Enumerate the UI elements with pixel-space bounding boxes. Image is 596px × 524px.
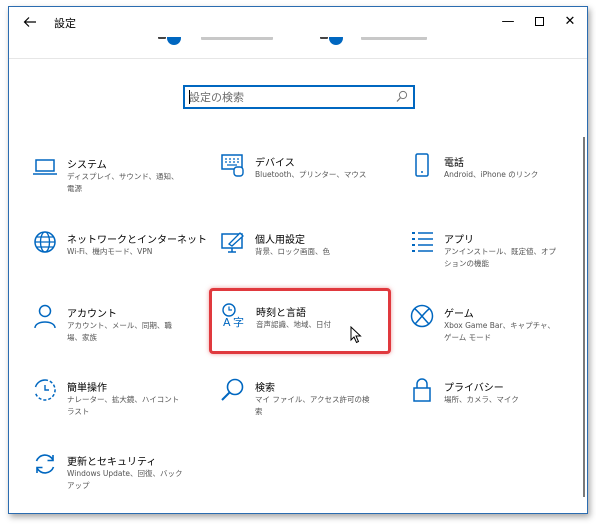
search-icon[interactable]	[396, 90, 408, 104]
category-name: 更新とセキュリティ	[67, 457, 157, 468]
category-description: アンインストール、既定値、オプションの機能	[444, 247, 557, 268]
close-button[interactable]: ✕	[555, 11, 585, 33]
category-system[interactable]: システム ディスプレイ、サウンド、通知、電源	[32, 154, 182, 210]
scrollbar[interactable]	[583, 137, 585, 497]
apps-list-icon	[409, 229, 435, 255]
ease-of-access-icon	[32, 377, 58, 403]
category-name: アプリ	[444, 235, 474, 246]
back-button[interactable]	[19, 13, 41, 31]
category-name: 個人用設定	[255, 235, 305, 246]
category-name: システム	[67, 160, 107, 171]
category-personalization[interactable]: 個人用設定 背景、ロック画面、色	[220, 229, 370, 285]
title-bar: 設定 — ✕	[9, 7, 587, 37]
category-description: ディスプレイ、サウンド、通知、電源	[67, 172, 179, 193]
search-box[interactable]	[183, 85, 415, 109]
category-description: Bluetooth、プリンター、マウス	[255, 170, 367, 179]
maximize-button[interactable]	[524, 11, 554, 33]
category-name: デバイス	[255, 158, 295, 169]
category-description: 背景、ロック画面、色	[255, 247, 330, 256]
person-icon	[32, 303, 58, 329]
remnant-mark	[320, 37, 328, 39]
category-search[interactable]: 検索 マイ ファイル、アクセス許可の検索	[220, 377, 370, 433]
category-name: プライバシー	[444, 383, 504, 394]
magnifier-icon	[220, 377, 246, 403]
personalize-icon	[220, 229, 246, 255]
category-phone[interactable]: 電話 Android、iPhone のリンク	[409, 152, 559, 208]
category-name: 簡単操作	[67, 383, 107, 394]
category-name: 検索	[255, 383, 275, 394]
scrolled-header-remnant	[9, 37, 587, 59]
category-name: ネットワークとインターネット	[67, 235, 207, 246]
remnant-text	[201, 37, 273, 40]
category-ease-of-access[interactable]: 簡単操作 ナレーター、拡大鏡、ハイコントラスト	[32, 377, 182, 433]
category-update-security[interactable]: 更新とセキュリティ Windows Update、回復、バックアップ	[32, 451, 183, 507]
category-privacy[interactable]: プライバシー 場所、カメラ、マイク	[409, 377, 559, 433]
phone-icon	[409, 152, 435, 178]
search-input[interactable]	[189, 89, 389, 105]
category-description: Xbox Game Bar、キャプチャ、ゲーム モード	[444, 321, 555, 342]
highlight-annotation	[209, 288, 391, 354]
category-description: Wi-Fi、機内モード、VPN	[67, 247, 153, 256]
minimize-button[interactable]: —	[493, 11, 523, 33]
category-devices[interactable]: デバイス Bluetooth、プリンター、マウス	[220, 152, 370, 208]
category-description: アカウント、メール、同期、職場、家族	[67, 321, 172, 342]
mouse-cursor-icon	[350, 326, 362, 344]
category-name: アカウント	[67, 309, 117, 320]
category-description: Android、iPhone のリンク	[444, 170, 539, 179]
category-name: ゲーム	[444, 309, 474, 320]
category-description: ナレーター、拡大鏡、ハイコントラスト	[67, 395, 180, 416]
laptop-icon	[32, 154, 58, 180]
category-name: 電話	[444, 158, 464, 169]
settings-window: 設定 — ✕ システム ディスプレイ、サウンド、通知、電源 デバイス Blu	[8, 6, 588, 514]
remnant-mark	[158, 37, 166, 39]
toggle-dot	[167, 37, 181, 45]
category-apps[interactable]: アプリ アンインストール、既定値、オプションの機能	[409, 229, 559, 285]
maximize-icon	[534, 17, 544, 26]
keyboard-icon	[220, 152, 246, 178]
category-accounts[interactable]: アカウント アカウント、メール、同期、職場、家族	[32, 303, 182, 359]
category-description: Windows Update、回復、バックアップ	[67, 469, 183, 490]
sync-icon	[32, 451, 58, 477]
category-description: 場所、カメラ、マイク	[444, 395, 519, 404]
arrow-left-icon	[23, 17, 36, 27]
globe-icon	[32, 229, 58, 255]
window-title: 設定	[54, 17, 76, 30]
lock-icon	[409, 377, 435, 403]
category-gaming[interactable]: ゲーム Xbox Game Bar、キャプチャ、ゲーム モード	[409, 303, 559, 359]
xbox-icon	[409, 303, 435, 329]
category-network[interactable]: ネットワークとインターネット Wi-Fi、機内モード、VPN	[32, 229, 207, 285]
remnant-text	[361, 37, 427, 40]
toggle-dot	[329, 37, 343, 45]
category-description: マイ ファイル、アクセス許可の検索	[255, 395, 370, 416]
